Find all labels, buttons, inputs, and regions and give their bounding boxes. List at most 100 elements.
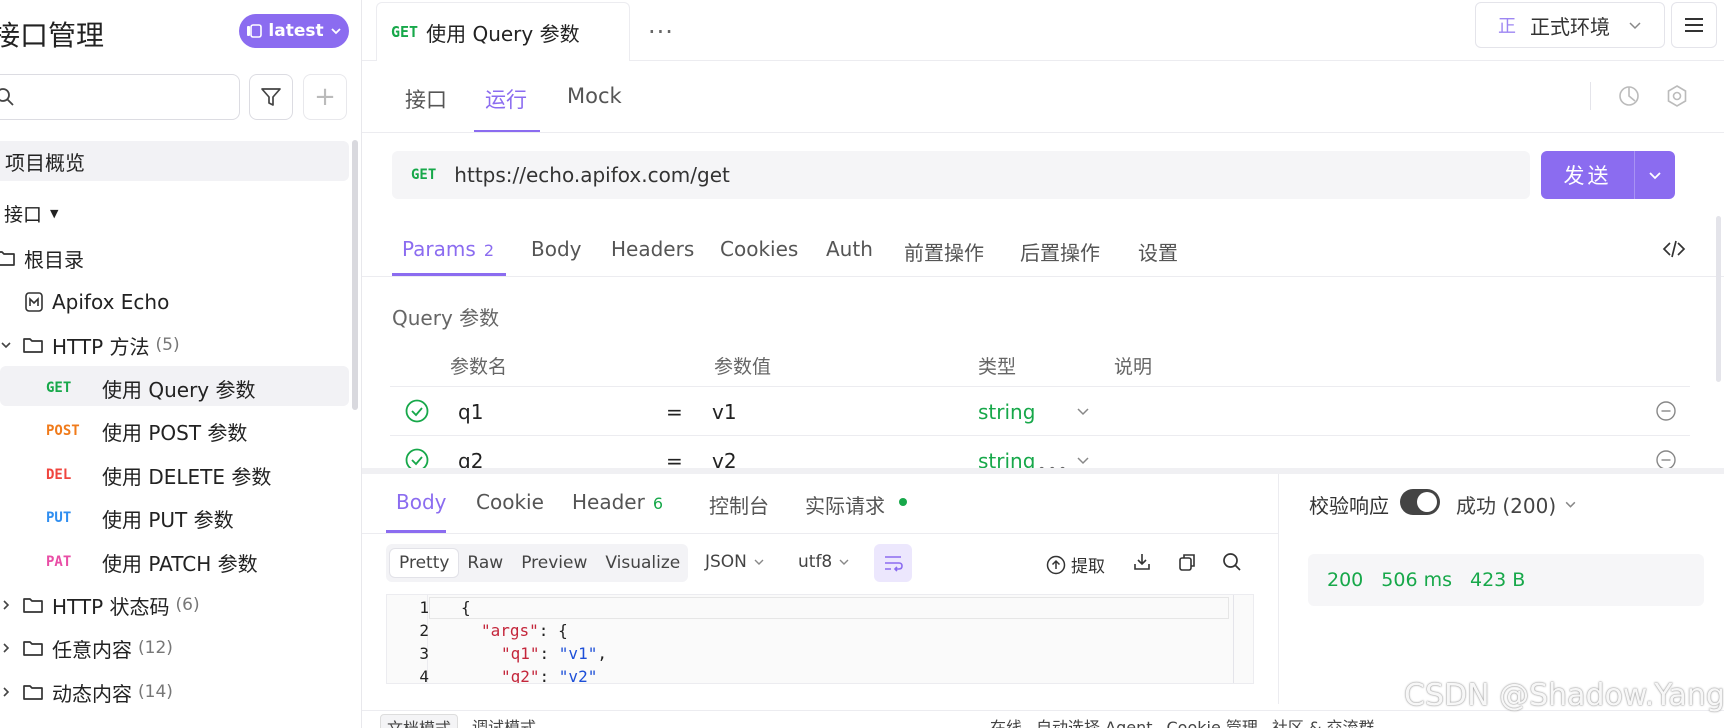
online-status[interactable]: 在线 — [990, 714, 1022, 728]
json-punct: : — [539, 644, 559, 663]
endpoint-item[interactable]: GET 使用 Query 参数 — [46, 368, 256, 408]
version-label: latest — [268, 21, 324, 41]
encoding-label: utf8 — [798, 552, 833, 572]
response-status-box: 200 506 ms 423 B — [1308, 554, 1704, 606]
menu-button[interactable] — [1671, 2, 1717, 48]
tab-settings[interactable]: 设置 — [1138, 237, 1178, 266]
param-name[interactable]: q1 — [458, 400, 483, 424]
community-link[interactable]: 社区 & 交流群 — [1272, 714, 1375, 728]
url-input[interactable]: GET https://echo.apifox.com/get — [392, 151, 1530, 199]
format-raw[interactable]: Raw — [458, 549, 512, 577]
line-number: 2 — [419, 621, 429, 640]
settings-icon[interactable] — [1665, 84, 1689, 108]
editor-scrollbar[interactable] — [1233, 595, 1253, 683]
tab-get-query[interactable]: GET 使用 Query 参数 — [376, 2, 630, 61]
extract-button[interactable]: 提取 — [1046, 552, 1105, 577]
agent-select[interactable]: 自动选择 Agent — [1036, 714, 1152, 728]
filter-button[interactable] — [249, 74, 293, 120]
tab-run[interactable]: 运行 — [485, 84, 527, 114]
param-type[interactable]: string — [978, 400, 1035, 424]
send-button[interactable]: 发送 — [1541, 151, 1675, 199]
folder-icon — [22, 595, 44, 615]
chevron-down-icon[interactable] — [1635, 168, 1675, 182]
validate-toggle[interactable] — [1400, 489, 1440, 515]
chevron-down-icon[interactable] — [1076, 404, 1090, 418]
chevron-down-icon[interactable] — [1076, 453, 1090, 467]
tab-params[interactable]: Params 2 — [402, 237, 494, 261]
history-icon[interactable] — [1617, 84, 1641, 108]
tree-folder[interactable]: HTTP 状态码 (6) — [0, 585, 200, 625]
add-button[interactable]: + — [303, 74, 347, 120]
tab-response-cookie[interactable]: Cookie — [476, 490, 544, 514]
word-wrap-button[interactable] — [874, 544, 912, 582]
equals-sign: = — [666, 449, 683, 468]
panel-scrollbar[interactable] — [1716, 216, 1721, 382]
chevron-right-icon — [0, 686, 12, 698]
sidebar-scrollbar[interactable] — [352, 140, 358, 410]
version-selector[interactable]: latest — [239, 14, 349, 48]
tab-auth[interactable]: Auth — [826, 237, 873, 261]
more-tabs-icon[interactable]: ··· — [648, 18, 674, 46]
sidebar-title: 接口管理 — [0, 19, 105, 52]
tab-body[interactable]: Body — [531, 237, 582, 261]
search-input[interactable] — [0, 74, 240, 120]
format-pretty[interactable]: Pretty — [390, 549, 459, 577]
tab-mock[interactable]: Mock — [567, 84, 622, 108]
download-icon[interactable] — [1132, 552, 1152, 572]
tree-folder-http-methods[interactable]: HTTP 方法 (5) — [0, 325, 180, 365]
endpoint-item[interactable]: PUT 使用 PUT 参数 — [46, 498, 234, 538]
environment-select[interactable]: 正 正式环境 — [1475, 2, 1665, 48]
response-result-select[interactable]: 成功 (200) — [1456, 490, 1577, 519]
endpoint-item[interactable]: POST 使用 POST 参数 — [46, 411, 247, 451]
param-name[interactable]: q2 — [458, 449, 483, 468]
response-size: 423 B — [1469, 569, 1526, 591]
tab-post-processors[interactable]: 后置操作 — [1020, 237, 1100, 266]
format-visualize[interactable]: Visualize — [596, 549, 689, 577]
tab-interface[interactable]: 接口 — [405, 84, 447, 114]
format-preview[interactable]: Preview — [512, 549, 596, 577]
param-value[interactable]: v1 — [712, 400, 737, 424]
folder-icon — [22, 335, 44, 355]
query-section-title: Query 参数 — [392, 306, 500, 330]
folder-count: (14) — [138, 682, 173, 702]
tab-actual-request[interactable]: 实际请求 — [805, 490, 885, 519]
cookie-manager[interactable]: Cookie 管理 — [1167, 714, 1258, 728]
search-icon[interactable] — [1222, 552, 1242, 572]
response-code-editor[interactable]: 1 { 2 "args": { 3 "q1": "v1", 4 "q2": "v… — [386, 594, 1254, 684]
interfaces-section[interactable]: 接口 ▼ — [4, 193, 58, 233]
check-circle-icon[interactable] — [405, 399, 429, 423]
tree-folder[interactable]: 任意内容 (12) — [0, 628, 173, 668]
remove-icon[interactable] — [1655, 449, 1677, 468]
param-type[interactable]: string — [978, 449, 1035, 468]
endpoint-item[interactable]: PAT 使用 PATCH 参数 — [46, 542, 258, 582]
tree-item-echo-doc[interactable]: Apifox Echo — [24, 282, 169, 322]
filter-icon — [260, 86, 282, 108]
endpoint-item[interactable]: DEL 使用 DELETE 参数 — [46, 455, 271, 495]
tab-response-body[interactable]: Body — [396, 490, 447, 514]
tree-root[interactable]: 根目录 — [0, 238, 84, 278]
json-punct: : { — [538, 621, 568, 640]
method-badge: GET — [46, 380, 72, 396]
code-icon[interactable] — [1662, 237, 1686, 261]
tree-folder[interactable]: 动态内容 (14) — [0, 672, 173, 712]
tab-console[interactable]: 控制台 — [709, 490, 769, 519]
copy-icon[interactable] — [1177, 552, 1197, 572]
column-header: 参数名 — [450, 356, 508, 378]
debug-mode-button[interactable]: 调试模式 — [472, 714, 536, 728]
encoding-select[interactable]: utf8 — [798, 552, 850, 572]
remove-icon[interactable] — [1655, 400, 1677, 422]
language-select[interactable]: JSON — [705, 552, 765, 572]
tab-label: Header — [572, 490, 645, 514]
tab-response-header[interactable]: Header 6 — [572, 490, 663, 514]
doc-mode-button[interactable]: 文档模式 — [380, 714, 459, 728]
tab-headers[interactable]: Headers — [611, 237, 694, 261]
tab-pre-processors[interactable]: 前置操作 — [904, 237, 984, 266]
param-value[interactable]: v2 — [712, 449, 737, 468]
tab-cookies[interactable]: Cookies — [720, 237, 798, 261]
header-count: 6 — [652, 494, 664, 513]
method-select[interactable]: GET — [411, 167, 436, 183]
chevron-down-icon — [753, 556, 765, 568]
check-circle-icon[interactable] — [405, 448, 429, 468]
panel-splitter[interactable] — [362, 468, 1724, 474]
project-overview[interactable]: 项目概览 — [0, 141, 349, 181]
